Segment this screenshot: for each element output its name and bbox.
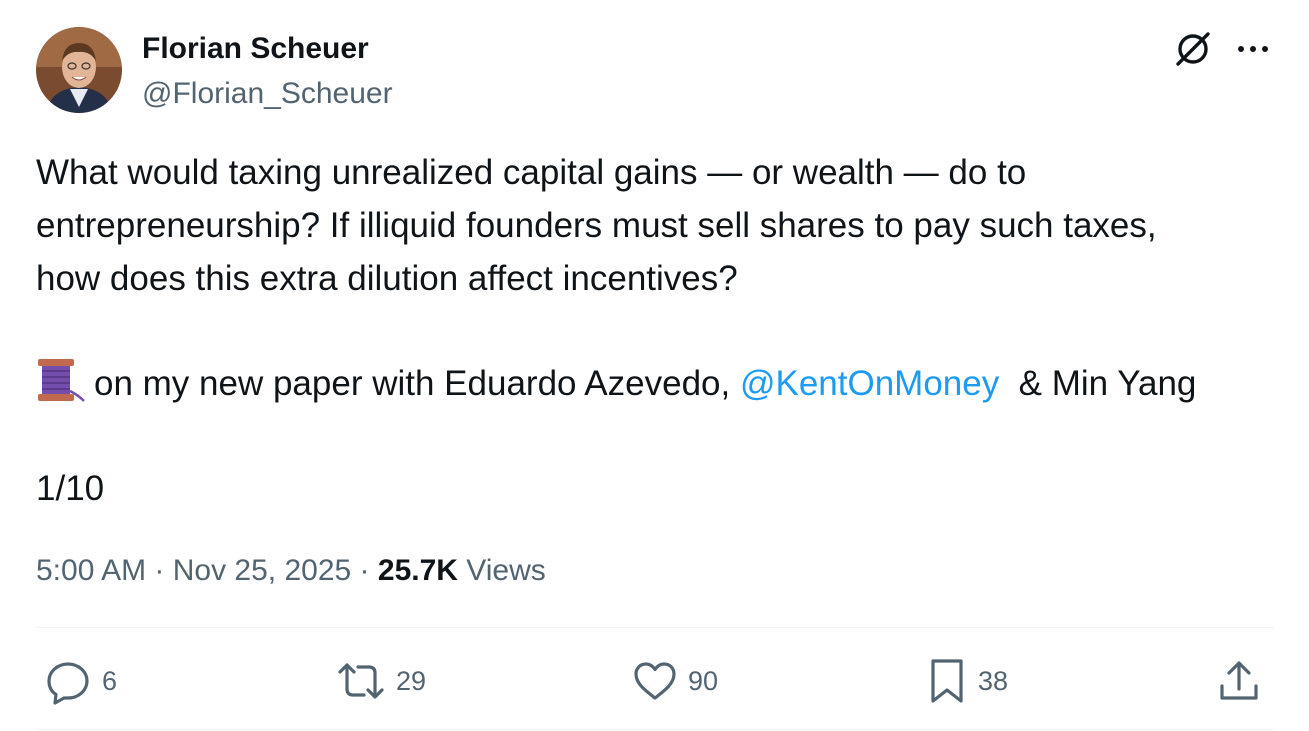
divider — [36, 729, 1274, 730]
reply-count: 6 — [102, 665, 118, 696]
tweet-text-line: on my new paper with Eduardo Azevedo, @K… — [36, 357, 1286, 410]
heart-icon — [634, 662, 676, 700]
tweet-text-segment: on my new paper with Eduardo Azevedo, — [94, 364, 740, 403]
author-handle[interactable]: @Florian_Scheuer — [142, 75, 393, 113]
bookmark-button[interactable]: 38 — [926, 656, 1008, 706]
tweet-text-line: entrepreneurship? If illiquid founders m… — [36, 206, 1157, 245]
line-break — [36, 410, 1286, 462]
tweet-text-line: how does this extra dilution affect ince… — [36, 259, 738, 298]
tweet-time[interactable]: 5:00 AM — [36, 554, 146, 587]
bookmark-count: 38 — [978, 665, 1009, 696]
tweet-text-segment: & Min Yang — [999, 364, 1197, 403]
like-count: 90 — [688, 665, 719, 696]
share-icon — [1220, 661, 1258, 700]
reply-button[interactable]: 6 — [44, 656, 117, 706]
line-break — [36, 305, 1286, 357]
like-button[interactable]: 90 — [632, 656, 718, 706]
meta-separator: · — [351, 554, 378, 587]
divider — [36, 627, 1274, 628]
reply-icon — [47, 662, 89, 705]
profile-photo — [36, 27, 122, 113]
author-display-name[interactable]: Florian Scheuer — [142, 30, 369, 68]
more-options-icon — [1238, 46, 1268, 52]
thread-counter: 1/10 — [36, 469, 105, 508]
repost-button[interactable]: 29 — [336, 656, 426, 706]
avatar[interactable] — [36, 27, 122, 113]
bookmark-icon — [931, 659, 963, 703]
thread-spool-icon — [36, 357, 86, 418]
share-button[interactable] — [1216, 656, 1262, 706]
views-count: 25.7K — [377, 554, 458, 587]
repost-count: 29 — [396, 665, 427, 696]
grok-icon — [1176, 32, 1210, 66]
grok-button[interactable] — [1170, 26, 1216, 72]
tweet-text: What would taxing unrealized capital gai… — [36, 146, 1286, 515]
tweet-meta: 5:00 AM · Nov 25, 2025 · 25.7K Views — [36, 550, 546, 592]
mention-link[interactable]: @KentOnMoney — [740, 364, 999, 403]
views-label: Views — [457, 554, 546, 587]
tweet-date[interactable]: Nov 25, 2025 — [173, 554, 351, 587]
repost-icon — [338, 663, 384, 699]
more-options-button[interactable] — [1230, 26, 1276, 72]
meta-separator: · — [146, 554, 173, 587]
tweet-text-line: What would taxing unrealized capital gai… — [36, 153, 1027, 192]
